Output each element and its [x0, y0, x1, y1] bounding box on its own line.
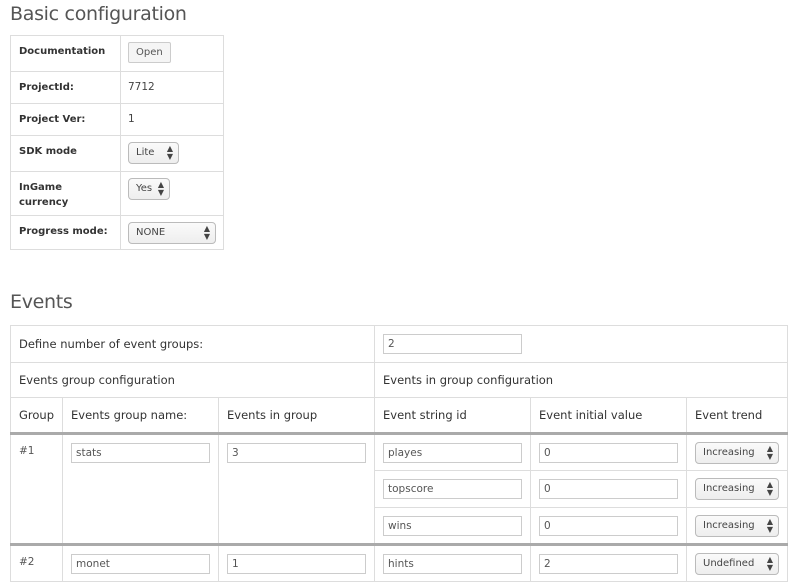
event-string-id-input[interactable]: playes — [383, 442, 523, 463]
event-trend-select[interactable]: Increasing ▲ ▼ — [695, 478, 780, 500]
documentation-label: Documentation — [10, 35, 121, 72]
progress-mode-value: NONE — [136, 227, 166, 238]
project-ver-value: 1 — [128, 113, 135, 125]
table-row: #1 stats 3 playes 0 Increasing ▲ ▼ — [9, 432, 789, 545]
project-ver-label: Project Ver: — [10, 103, 121, 136]
event-trend-value: Undefined — [703, 557, 755, 569]
col-header-group: Group — [9, 397, 64, 434]
col-header-event-trend: Event trend — [686, 397, 789, 434]
col-header-event-initial-value: Event initial value — [530, 397, 688, 434]
project-id-value: 7712 — [128, 81, 155, 93]
progress-mode-label: Progress mode: — [10, 215, 121, 250]
select-arrows-icon: ▲ ▼ — [157, 180, 164, 197]
sdk-mode-select[interactable]: Lite ▲ ▼ — [128, 142, 179, 164]
select-arrows-icon: ▲ ▼ — [766, 554, 774, 572]
events-in-group-input[interactable]: 3 — [227, 443, 367, 463]
ingame-currency-value: Yes — [136, 183, 153, 194]
project-id-label: ProjectId: — [10, 71, 121, 104]
event-trend-select[interactable]: Undefined ▲ ▼ — [695, 552, 780, 575]
ingame-currency-label: InGame currency — [10, 171, 121, 216]
basic-config-table: Documentation Open ProjectId: 7712 Proje… — [10, 35, 224, 250]
event-initial-value-input[interactable]: 0 — [539, 442, 679, 463]
select-arrows-icon: ▲ ▼ — [766, 443, 774, 461]
group-id: #2 — [9, 543, 64, 582]
group-name-input[interactable]: stats — [71, 443, 211, 463]
event-trend-value: Increasing — [703, 483, 755, 494]
ingame-currency-select[interactable]: Yes ▲ ▼ — [128, 178, 170, 200]
select-arrows-icon: ▲ ▼ — [166, 144, 173, 161]
sdk-mode-value: Lite — [136, 147, 155, 158]
col-header-group-name: Events group name: — [62, 397, 220, 434]
basic-config-title: Basic configuration — [10, 3, 187, 25]
define-groups-label: Define number of event groups: — [9, 325, 376, 363]
events-table: Define number of event groups: 2 Events … — [9, 325, 789, 582]
event-trend-select[interactable]: Increasing ▲ ▼ — [695, 514, 780, 537]
group-name-input[interactable]: monet — [71, 553, 211, 574]
col-header-event-string-id: Event string id — [374, 397, 532, 434]
event-string-id-input[interactable]: topscore — [383, 479, 523, 499]
event-string-id-input[interactable]: wins — [383, 515, 523, 536]
event-trend-select[interactable]: Increasing ▲ ▼ — [695, 441, 780, 464]
select-arrows-icon: ▲ ▼ — [766, 516, 774, 534]
number-of-groups-input[interactable]: 2 — [383, 334, 523, 354]
event-trend-value: Increasing — [703, 446, 755, 458]
select-arrows-icon: ▲ ▼ — [203, 224, 210, 241]
group-config-header: Events group configuration — [9, 362, 376, 398]
event-string-id-input[interactable]: hints — [383, 553, 523, 574]
event-initial-value-input[interactable]: 0 — [539, 479, 679, 499]
event-initial-value-input[interactable]: 2 — [539, 553, 679, 574]
select-arrows-icon: ▲ ▼ — [766, 480, 774, 497]
col-header-events-in-group: Events in group — [218, 397, 376, 434]
group-id: #1 — [9, 432, 64, 545]
open-documentation-button[interactable]: Open — [128, 42, 171, 63]
event-trend-value: Increasing — [703, 519, 755, 531]
progress-mode-select[interactable]: NONE ▲ ▼ — [128, 222, 216, 244]
events-in-group-input[interactable]: 1 — [227, 553, 367, 574]
table-row: #2 monet 1 hints 2 Undefined ▲ ▼ — [9, 543, 789, 582]
events-title: Events — [10, 291, 73, 313]
events-config-header: Events in group configuration — [374, 362, 789, 398]
event-initial-value-input[interactable]: 0 — [539, 515, 679, 536]
sdk-mode-label: SDK mode — [10, 135, 121, 172]
